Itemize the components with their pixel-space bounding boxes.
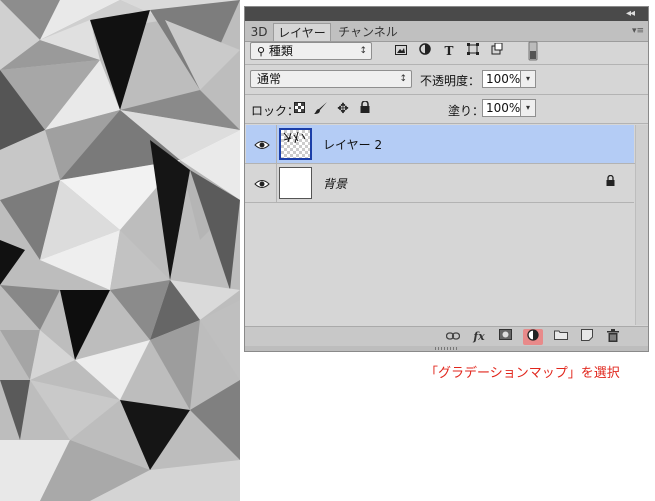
lock-image-pixels-brush-icon[interactable] <box>313 101 329 117</box>
shape-filter-icon[interactable] <box>465 43 481 59</box>
separator <box>245 94 648 95</box>
tab-3d[interactable]: 3D <box>248 23 270 41</box>
filter-toggle-switch[interactable] <box>525 41 541 61</box>
fill-dropdown-button[interactable]: ▾ <box>520 99 536 117</box>
layer-row-layer-2[interactable]: レイヤー 2 <box>246 125 634 163</box>
add-mask-icon[interactable] <box>497 329 513 345</box>
opacity-label: 不透明度： <box>420 74 481 88</box>
new-group-folder-icon[interactable] <box>553 329 569 345</box>
panel-resize-grip[interactable] <box>245 346 648 351</box>
visibility-eye-icon[interactable] <box>254 136 270 152</box>
layer-lock-icon <box>606 174 615 189</box>
visibility-eye-icon[interactable] <box>254 175 270 191</box>
lock-transparent-pixels-icon[interactable] <box>291 101 307 117</box>
layers-bottom-toolbar: fx <box>245 326 648 347</box>
separator <box>245 123 648 124</box>
select-arrows-icon: ↕ <box>399 74 407 84</box>
blend-mode-value: 通常 <box>257 72 282 86</box>
smart-object-filter-icon[interactable] <box>489 42 505 59</box>
kind-filter-label: 種類 <box>268 44 293 58</box>
separator <box>245 202 634 203</box>
layers-panel: ◂◂ 3D レイヤー チャンネル ▾≡ ⚲ 種類 ↕ T 通常 ↕ 不透明度： … <box>244 6 649 352</box>
search-icon: ⚲ <box>257 45 266 58</box>
layer-name[interactable]: レイヤー 2 <box>323 136 382 153</box>
layer-row-background[interactable]: 背景 <box>246 164 634 202</box>
instruction-caption: 「グラデーションマップ」を選択 <box>425 366 620 381</box>
image-filter-icon[interactable] <box>393 43 409 59</box>
lock-all-icon[interactable] <box>357 100 373 117</box>
panel-menu-icon[interactable]: ▾≡ <box>632 26 644 36</box>
panel-tab-bar: 3D レイヤー チャンネル ▾≡ <box>245 21 648 42</box>
panel-top-strip: ◂◂ <box>245 7 648 21</box>
layer-thumbnail <box>279 128 312 160</box>
layers-scrollbar[interactable] <box>635 125 648 325</box>
separator <box>276 125 277 163</box>
fill-label: 塗り： <box>448 104 485 118</box>
canvas-lowpoly-artwork <box>0 0 240 501</box>
layer-name[interactable]: 背景 <box>323 175 347 192</box>
delete-layer-trash-icon[interactable] <box>605 329 621 345</box>
new-layer-icon[interactable] <box>579 329 595 345</box>
opacity-dropdown-button[interactable]: ▾ <box>520 70 536 88</box>
separator <box>245 64 648 65</box>
type-filter-icon[interactable]: T <box>441 43 457 59</box>
tab-channels[interactable]: チャンネル <box>335 23 401 41</box>
new-fill-adjustment-layer-icon[interactable] <box>523 329 543 345</box>
separator <box>276 164 277 202</box>
layer-thumbnail <box>279 167 312 199</box>
tab-layers[interactable]: レイヤー <box>273 23 331 41</box>
collapse-icon[interactable]: ◂◂ <box>626 8 635 19</box>
adjustment-filter-icon[interactable] <box>417 43 433 59</box>
add-layer-style-fx-icon[interactable]: fx <box>471 329 487 345</box>
lock-position-move-icon[interactable]: ✥ <box>335 101 351 117</box>
link-layers-icon[interactable] <box>445 329 461 345</box>
layer-kind-filter-select[interactable]: ⚲ 種類 ↕ <box>250 42 372 60</box>
select-arrows-icon: ↕ <box>359 46 367 56</box>
blend-mode-select[interactable]: 通常 ↕ <box>250 70 412 88</box>
